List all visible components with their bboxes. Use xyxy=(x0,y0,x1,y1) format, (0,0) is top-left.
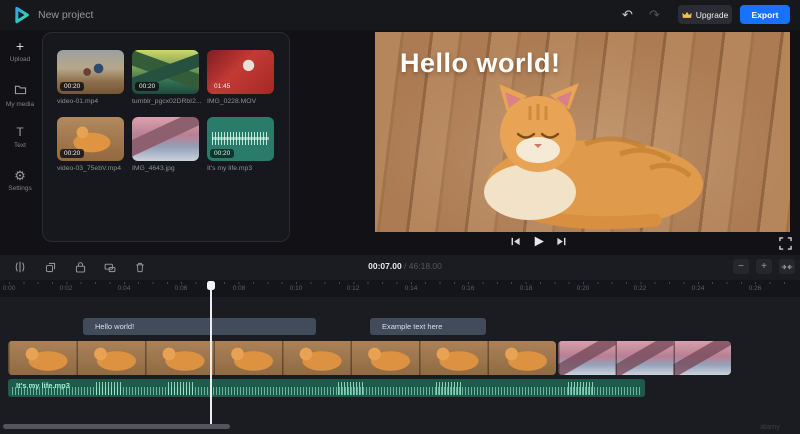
upgrade-label: Upgrade xyxy=(696,10,729,20)
export-button[interactable]: Export xyxy=(740,5,790,24)
delete-icon[interactable] xyxy=(130,258,150,276)
timecode-display: 00:07.00 / 46:18.00 xyxy=(335,261,475,271)
media-item-name: IMG_4643.jpg xyxy=(132,165,204,172)
ruler-label: 0:18 xyxy=(520,285,533,292)
video-clip-cat[interactable] xyxy=(8,341,556,375)
ruler-label: 0:16 xyxy=(462,285,475,292)
duration-badge: 00:20 xyxy=(210,149,234,158)
ruler-label: 0:22 xyxy=(634,285,647,292)
audio-clip[interactable]: It's my life.mp3 xyxy=(8,379,645,397)
text-clip-hello-world[interactable]: Hello world! xyxy=(83,318,316,335)
zoom-in-icon[interactable]: + xyxy=(756,259,772,274)
timeline: 00:07.00 / 46:18.00 − + 0:00 0:02 0:04 0… xyxy=(0,255,800,434)
ruler-label: 0:14 xyxy=(405,285,418,292)
sidebar-item-my-media[interactable]: My media xyxy=(0,82,40,108)
media-item-name: IMG_0228.MOV xyxy=(207,98,279,105)
app-logo-icon[interactable] xyxy=(11,5,31,25)
fullscreen-icon[interactable] xyxy=(779,237,792,250)
duration-badge: 00:20 xyxy=(60,82,84,91)
duration-badge: 01:45 xyxy=(210,82,234,91)
media-library-panel: 00:20 00:20 01:45 video-01.mp4 tumblr_pg… xyxy=(42,32,290,242)
header: New project ↶ ↷ Upgrade Export xyxy=(0,0,800,30)
video-preview[interactable]: Hello world! xyxy=(375,32,790,232)
audio-waveform-peak xyxy=(436,382,462,395)
text-clip-example-text[interactable]: Example text here xyxy=(370,318,486,335)
lock-icon[interactable] xyxy=(70,258,90,276)
previous-frame-icon[interactable] xyxy=(508,234,522,248)
ruler-label: 0:06 xyxy=(175,285,188,292)
project-title: New project xyxy=(38,9,93,21)
media-item-audio[interactable]: 00:20 xyxy=(207,117,274,161)
playhead-handle[interactable] xyxy=(207,281,215,290)
upgrade-button[interactable]: Upgrade xyxy=(678,5,732,24)
sidebar-item-label: Upload xyxy=(0,56,40,63)
ruler-label: 0:04 xyxy=(118,285,131,292)
media-item-name: It's my life.mp3 xyxy=(207,165,279,172)
next-frame-icon[interactable] xyxy=(554,234,568,248)
ruler-label: 0:20 xyxy=(577,285,590,292)
ruler-label: 0:24 xyxy=(692,285,705,292)
sidebar-item-label: Settings xyxy=(0,185,40,192)
audio-waveform-peak xyxy=(568,382,594,395)
undo-icon[interactable]: ↶ xyxy=(620,8,635,23)
ruler-label: 0:02 xyxy=(60,285,73,292)
cat-image xyxy=(435,62,735,232)
video-editor-app: New project ↶ ↷ Upgrade Export + Upload … xyxy=(0,0,800,434)
audio-waveform-peak xyxy=(96,382,122,395)
ruler-ticks xyxy=(9,282,789,284)
audio-waveform-peak xyxy=(168,382,194,395)
sidebar-item-upload[interactable]: + Upload xyxy=(0,39,40,63)
redo-icon[interactable]: ↷ xyxy=(647,8,662,23)
zoom-out-icon[interactable]: − xyxy=(733,259,749,274)
sidebar-item-settings[interactable]: ⚙ Settings xyxy=(0,168,40,192)
sidebar-item-label: Text xyxy=(0,142,40,149)
total-time: 46:18.00 xyxy=(409,261,442,271)
playback-controls xyxy=(508,234,568,248)
ruler-label: 0:12 xyxy=(347,285,360,292)
duration-badge: 00:20 xyxy=(60,149,84,158)
play-icon[interactable] xyxy=(531,234,545,248)
crown-icon xyxy=(682,11,692,19)
text-tool-icon: T xyxy=(0,125,40,140)
time-separator: / xyxy=(402,261,409,271)
upload-icon: + xyxy=(0,39,40,54)
media-item-img-0228[interactable]: 01:45 xyxy=(207,50,274,94)
ruler-label: 0:00 xyxy=(3,285,16,292)
folder-icon xyxy=(0,84,40,99)
sidebar: + Upload My media T Text ⚙ Settings xyxy=(0,30,40,255)
media-item-name: tumblr_pgcx02DRbI2... xyxy=(132,98,204,105)
sidebar-item-text[interactable]: T Text xyxy=(0,125,40,149)
media-item-tumblr[interactable]: 00:20 xyxy=(132,50,199,94)
media-item-video-01[interactable]: 00:20 xyxy=(57,50,124,94)
audio-waveform-peak xyxy=(338,382,364,395)
video-clip-mountain[interactable] xyxy=(558,341,731,375)
sidebar-item-label: My media xyxy=(0,101,40,108)
ruler-label: 0:10 xyxy=(290,285,303,292)
split-icon[interactable] xyxy=(10,258,30,276)
timeline-toolbar: 00:07.00 / 46:18.00 − + xyxy=(0,255,800,280)
preview-text-overlay[interactable]: Hello world! xyxy=(400,48,561,79)
gear-icon: ⚙ xyxy=(0,168,40,183)
fit-timeline-icon[interactable] xyxy=(779,259,795,274)
timeline-ruler[interactable]: 0:00 0:02 0:04 0:06 0:08 0:10 0:12 0:14 … xyxy=(0,280,800,297)
ruler-label: 0:08 xyxy=(233,285,246,292)
copy-icon[interactable] xyxy=(40,258,60,276)
media-item-name: video-03_75ebV.mp4 xyxy=(57,165,129,172)
media-item-name: video-01.mp4 xyxy=(57,98,129,105)
playhead-line[interactable] xyxy=(210,281,212,424)
ruler-label: 0:26 xyxy=(749,285,762,292)
current-time: 00:07.00 xyxy=(368,261,402,271)
horizontal-scrollbar[interactable] xyxy=(3,424,230,429)
watermark: alamy xyxy=(760,422,780,431)
media-item-img-4643[interactable] xyxy=(132,117,199,161)
media-item-video-03[interactable]: 00:20 xyxy=(57,117,124,161)
layers-icon[interactable] xyxy=(100,258,120,276)
duration-badge: 00:20 xyxy=(135,82,159,91)
waveform-icon xyxy=(212,132,269,145)
